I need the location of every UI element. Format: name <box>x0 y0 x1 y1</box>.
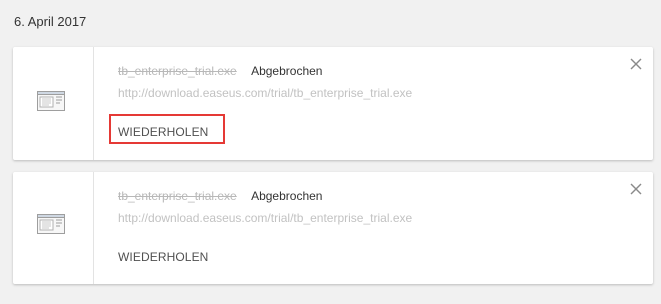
retry-button[interactable]: WIEDERHOLEN <box>118 250 208 264</box>
file-icon <box>37 214 65 234</box>
highlight-box <box>109 114 225 144</box>
file-name[interactable]: tb_enterprise_trial.exe <box>118 189 237 203</box>
file-icon <box>37 91 65 111</box>
download-url[interactable]: http://download.easeus.com/trial/tb_ente… <box>118 86 412 100</box>
download-item: tb_enterprise_trial.exe Abgebrochen http… <box>13 172 653 284</box>
file-row: tb_enterprise_trial.exe Abgebrochen <box>118 189 322 203</box>
file-row: tb_enterprise_trial.exe Abgebrochen <box>118 64 322 78</box>
close-icon[interactable] <box>629 182 643 196</box>
date-header: 6. April 2017 <box>14 14 87 29</box>
download-icon-column <box>13 47 94 160</box>
file-name[interactable]: tb_enterprise_trial.exe <box>118 64 237 78</box>
close-icon[interactable] <box>629 57 643 71</box>
download-status: Abgebrochen <box>251 189 323 203</box>
download-status: Abgebrochen <box>251 64 323 78</box>
download-url[interactable]: http://download.easeus.com/trial/tb_ente… <box>118 211 412 225</box>
download-icon-column <box>13 172 94 284</box>
